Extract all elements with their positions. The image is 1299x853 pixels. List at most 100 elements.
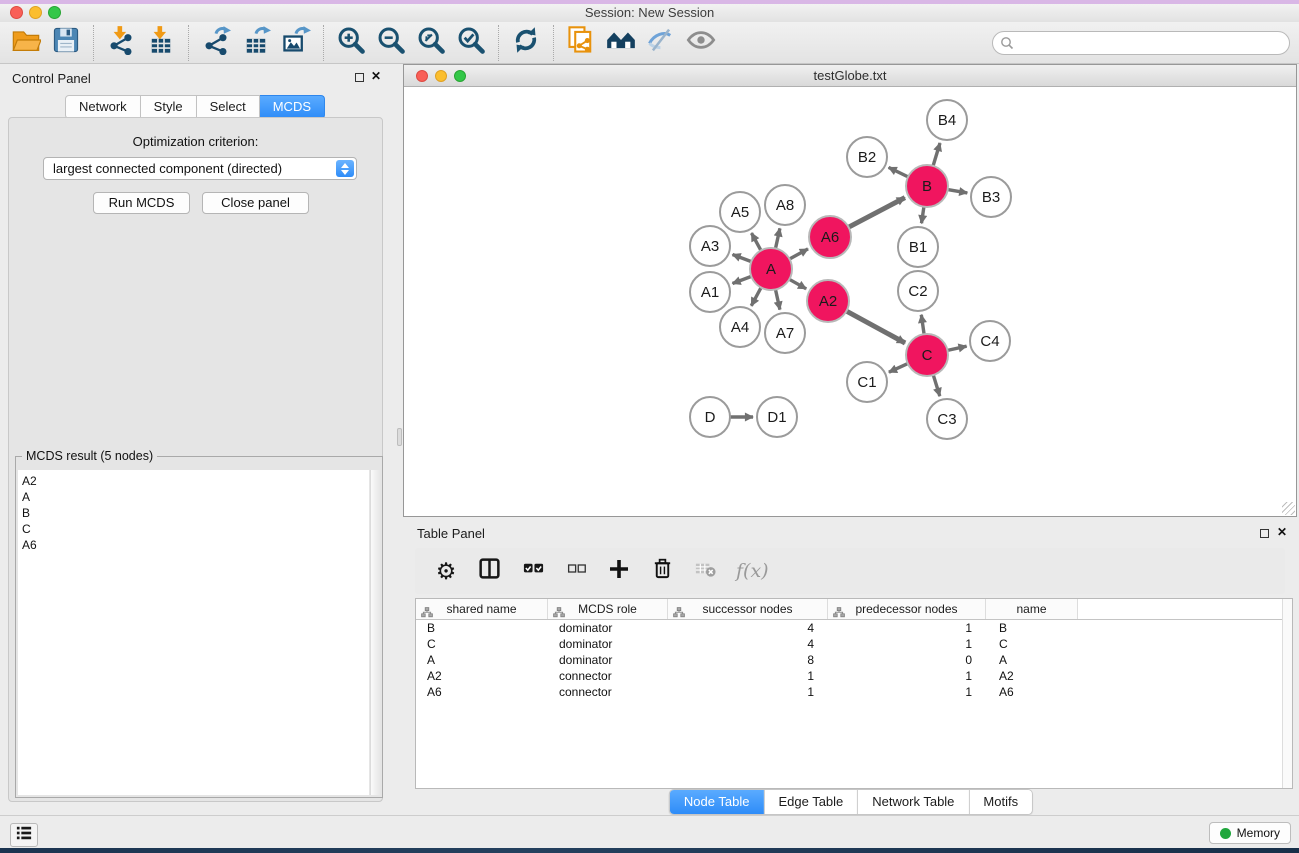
mcds-list-scrollbar[interactable] [370, 470, 380, 795]
graph-edge-A-A1[interactable] [733, 276, 752, 283]
graph-edge-A2-C[interactable] [846, 311, 905, 343]
float-panel-icon[interactable] [355, 73, 364, 82]
add-row-button[interactable] [607, 556, 631, 586]
export-network-button[interactable] [196, 24, 236, 62]
graph-node-D[interactable]: D [690, 397, 730, 437]
table-cell[interactable]: 4 [668, 636, 828, 652]
tab-motifs[interactable]: Motifs [969, 790, 1032, 814]
mcds-result-item[interactable]: C [22, 521, 369, 537]
table-cell[interactable]: B [416, 620, 548, 636]
graph-node-A2[interactable]: A2 [807, 280, 849, 322]
mcds-result-list[interactable]: A2ABCA6 [18, 470, 369, 795]
table-cell[interactable]: A2 [416, 668, 548, 684]
table-row[interactable]: A6connector11A6 [416, 684, 1292, 700]
graph-edge-A-A7[interactable] [776, 290, 780, 310]
table-cell[interactable]: connector [548, 668, 668, 684]
save-session-button[interactable] [46, 24, 86, 62]
table-cell[interactable]: A2 [986, 668, 1078, 684]
network-from-selection-button[interactable] [561, 24, 601, 62]
graph-edge-C-C1[interactable] [889, 364, 908, 373]
table-cell[interactable]: 8 [668, 652, 828, 668]
export-image-button[interactable] [276, 24, 316, 62]
table-cell[interactable]: A [986, 652, 1078, 668]
graph-node-B3[interactable]: B3 [971, 177, 1011, 217]
graph-edge-B-B4[interactable] [933, 143, 940, 166]
column-header-mcds-role[interactable]: MCDS role [548, 599, 668, 619]
export-table-button[interactable] [236, 24, 276, 62]
graph-node-A8[interactable]: A8 [765, 185, 805, 225]
mcds-result-item[interactable]: A [22, 489, 369, 505]
table-cell[interactable]: dominator [548, 620, 668, 636]
hide-selected-button[interactable] [641, 24, 681, 62]
graph-edge-A-A5[interactable] [752, 233, 762, 251]
table-cell[interactable]: C [986, 636, 1078, 652]
network-canvas[interactable]: B4B2BB3A8A5A6A3B1AC2A1A2A4A7C4CC1C3DD1 [404, 87, 1296, 516]
zoom-selected-button[interactable] [451, 24, 491, 62]
graph-node-A5[interactable]: A5 [720, 192, 760, 232]
graph-edge-C-C2[interactable] [921, 315, 924, 334]
tab-mcds[interactable]: MCDS [260, 95, 325, 119]
graph-node-C1[interactable]: C1 [847, 362, 887, 402]
import-network-button[interactable] [101, 24, 141, 62]
graph-node-B4[interactable]: B4 [927, 100, 967, 140]
graph-edge-A-A3[interactable] [733, 255, 752, 262]
graph-edge-B-B1[interactable] [922, 207, 924, 224]
table-cell[interactable]: C [416, 636, 548, 652]
graph-node-A[interactable]: A [750, 248, 792, 290]
graph-edge-A-A2[interactable] [789, 279, 806, 289]
table-scrollbar[interactable] [1282, 599, 1292, 788]
table-cell[interactable]: B [986, 620, 1078, 636]
graph-node-D1[interactable]: D1 [757, 397, 797, 437]
graph-node-A6[interactable]: A6 [809, 216, 851, 258]
graph-node-C[interactable]: C [906, 334, 948, 376]
column-header-name[interactable]: name [986, 599, 1078, 619]
table-row[interactable]: Bdominator41B [416, 620, 1292, 636]
graph-node-A3[interactable]: A3 [690, 226, 730, 266]
run-mcds-button[interactable]: Run MCDS [93, 192, 190, 214]
graph-node-A1[interactable]: A1 [690, 272, 730, 312]
mcds-result-item[interactable]: A2 [22, 473, 369, 489]
memory-button[interactable]: Memory [1209, 822, 1291, 844]
column-layout-button[interactable] [477, 556, 502, 586]
criterion-select[interactable]: largest connected component (directed) [43, 157, 357, 180]
tab-edge-table[interactable]: Edge Table [764, 790, 858, 814]
graph-node-C4[interactable]: C4 [970, 321, 1010, 361]
table-cell[interactable]: 1 [828, 684, 986, 700]
table-cell[interactable]: 1 [828, 668, 986, 684]
graph-node-B1[interactable]: B1 [898, 227, 938, 267]
graph-edge-A-A6[interactable] [790, 249, 809, 259]
deselect-all-columns-button[interactable] [564, 556, 588, 586]
import-table-button[interactable] [141, 24, 181, 62]
graph-node-B2[interactable]: B2 [847, 137, 887, 177]
table-float-icon[interactable] [1260, 529, 1269, 538]
table-cell[interactable]: dominator [548, 652, 668, 668]
network-window-titlebar[interactable]: testGlobe.txt [404, 65, 1296, 87]
table-cell[interactable]: A [416, 652, 548, 668]
graph-edge-A-A4[interactable] [751, 288, 761, 306]
table-cell[interactable]: 1 [668, 668, 828, 684]
delete-row-button[interactable] [650, 556, 674, 586]
graph-edge-C-C4[interactable] [948, 346, 967, 350]
zoom-fit-button[interactable] [411, 24, 451, 62]
graph-node-B[interactable]: B [906, 165, 948, 207]
mcds-result-item[interactable]: A6 [22, 537, 369, 553]
table-cell[interactable]: dominator [548, 636, 668, 652]
show-all-button[interactable] [681, 24, 721, 62]
graph-edge-B-B2[interactable] [889, 167, 909, 177]
zoom-in-button[interactable] [331, 24, 371, 62]
graph-node-A7[interactable]: A7 [765, 313, 805, 353]
table-cell[interactable]: A6 [986, 684, 1078, 700]
table-row[interactable]: Cdominator41C [416, 636, 1292, 652]
table-close-icon[interactable]: ✕ [1277, 525, 1287, 539]
search-input[interactable] [992, 31, 1290, 55]
resize-handle-icon[interactable] [1282, 502, 1295, 515]
tab-node-table[interactable]: Node Table [670, 790, 765, 814]
table-cell[interactable]: 1 [828, 620, 986, 636]
settings-gear-button[interactable]: ⚙ [434, 556, 458, 586]
graph-edge-A6-B[interactable] [849, 198, 905, 228]
table-row[interactable]: A2connector11A2 [416, 668, 1292, 684]
table-cell[interactable]: A6 [416, 684, 548, 700]
graph-edge-C-C3[interactable] [933, 375, 940, 396]
column-header-shared-name[interactable]: shared name [416, 599, 548, 619]
open-file-button[interactable] [6, 24, 46, 62]
